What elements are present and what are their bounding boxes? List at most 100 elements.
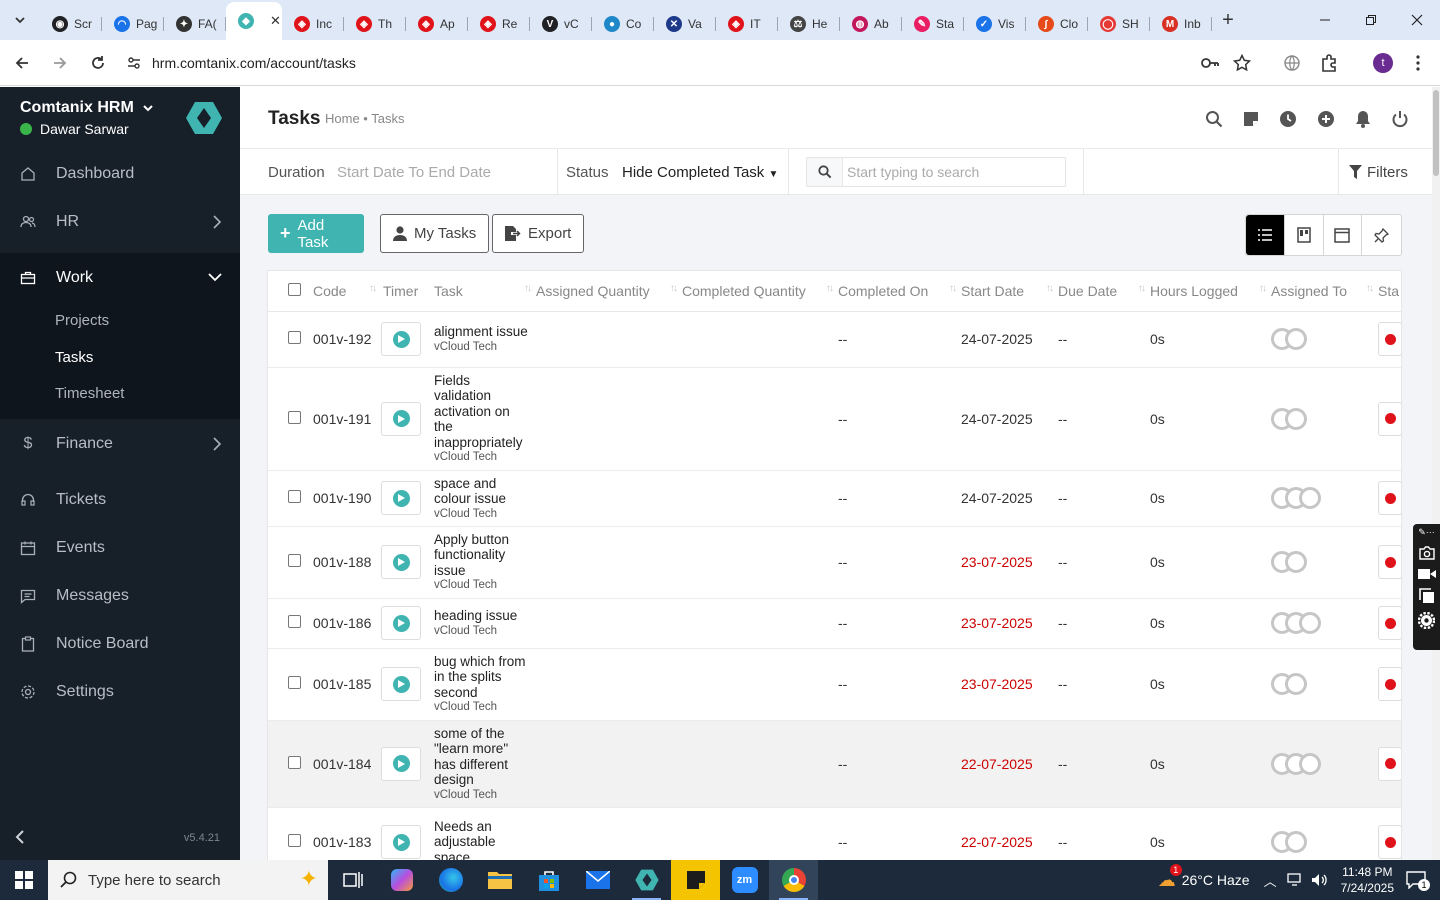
- new-tab-button[interactable]: +: [1212, 4, 1244, 36]
- column-header-start-date[interactable]: Start Date ↑↓: [961, 271, 1058, 312]
- extensions-puzzle-icon[interactable]: [1319, 53, 1339, 73]
- assignee-avatar[interactable]: [1285, 551, 1307, 573]
- settings-gear-icon[interactable]: [1418, 612, 1435, 629]
- task-title-link[interactable]: bug which from in the splits second: [434, 654, 530, 701]
- browser-tab[interactable]: ∫ Clo: [1026, 8, 1088, 40]
- camera-icon[interactable]: [1418, 546, 1435, 560]
- row-checkbox[interactable]: [288, 676, 301, 689]
- start-button[interactable]: [0, 860, 48, 900]
- start-timer-button[interactable]: [381, 322, 421, 356]
- filters-button[interactable]: Filters: [1338, 149, 1432, 195]
- task-project[interactable]: vCloud Tech: [434, 578, 682, 592]
- video-icon[interactable]: [1417, 568, 1436, 580]
- select-all-checkbox[interactable]: [288, 282, 301, 296]
- browser-tab[interactable]: ◍ Ab: [840, 8, 902, 40]
- bell-icon[interactable]: [1353, 109, 1373, 129]
- row-checkbox[interactable]: [288, 834, 301, 847]
- network-icon[interactable]: [1286, 873, 1303, 887]
- column-header-code[interactable]: Code ↑↓: [313, 271, 381, 312]
- status-indicator[interactable]: [1378, 322, 1401, 356]
- browser-tab[interactable]: ◆ ✕: [226, 2, 282, 40]
- breadcrumb[interactable]: Home • Tasks: [325, 111, 404, 126]
- browser-tab[interactable]: ◯ SH: [1088, 8, 1150, 40]
- assignee-avatar[interactable]: [1299, 612, 1321, 634]
- pen-icon[interactable]: ✎···: [1418, 527, 1435, 538]
- back-button[interactable]: [4, 45, 40, 81]
- row-checkbox[interactable]: [288, 410, 301, 424]
- task-code[interactable]: 001v-190: [313, 470, 381, 527]
- pinned-view-button[interactable]: [1362, 215, 1401, 255]
- assignee-avatar[interactable]: [1285, 831, 1307, 853]
- task-title-link[interactable]: space and colour issue: [434, 476, 530, 507]
- sidebar-item-dashboard[interactable]: Dashboard: [0, 150, 240, 198]
- tab-close-icon[interactable]: ✕: [270, 13, 281, 29]
- browser-tab[interactable]: ◉ Scr: [40, 8, 102, 40]
- taskbar-search[interactable]: Type here to search ✦: [48, 860, 328, 900]
- column-header-assigned-to[interactable]: Assigned To ↑↓: [1271, 271, 1378, 312]
- assignee-avatar[interactable]: [1299, 752, 1321, 775]
- task-title-link[interactable]: some of the "learn more" has different d…: [434, 726, 530, 788]
- sidebar-subitem-timesheet[interactable]: Timesheet: [55, 385, 124, 402]
- forward-button[interactable]: [42, 45, 78, 81]
- table-row[interactable]: 001v-183 Needs an adjustable space -- 22-07…: [268, 807, 1401, 860]
- start-timer-button[interactable]: [381, 401, 421, 436]
- task-title-link[interactable]: alignment issue: [434, 324, 530, 340]
- taskbar-app-store[interactable]: [524, 860, 573, 900]
- status-dropdown[interactable]: Hide Completed Task ▼: [622, 164, 778, 181]
- start-timer-button[interactable]: [381, 545, 421, 579]
- taskbar-app-copilot[interactable]: [377, 860, 426, 900]
- assignee-avatar[interactable]: [1285, 407, 1307, 430]
- column-header-completed-quantity[interactable]: Completed Quantity ↑↓: [682, 271, 838, 312]
- kanban-view-button[interactable]: [1285, 215, 1324, 255]
- add-task-button[interactable]: + Add Task: [268, 214, 364, 253]
- address-bar[interactable]: hrm.comtanix.com/account/tasks: [118, 45, 1268, 81]
- task-view-button[interactable]: [328, 860, 377, 900]
- notification-center-button[interactable]: 1: [1406, 871, 1430, 891]
- password-key-icon[interactable]: [1200, 55, 1220, 71]
- sidebar-item-messages[interactable]: Messages: [0, 572, 240, 620]
- browser-tab[interactable]: ✎ Sta: [902, 8, 964, 40]
- row-checkbox[interactable]: [288, 331, 301, 344]
- task-title-link[interactable]: Apply button functionality issue: [434, 532, 530, 579]
- taskbar-app-zoom[interactable]: zm: [720, 860, 769, 900]
- row-checkbox[interactable]: [288, 615, 301, 628]
- table-row[interactable]: 001v-185 bug which from in the splits sec…: [268, 648, 1401, 721]
- task-project[interactable]: vCloud Tech: [434, 450, 682, 464]
- taskbar-app-edge[interactable]: [426, 860, 475, 900]
- tab-search-button[interactable]: [0, 0, 40, 40]
- browser-tab[interactable]: M Inb: [1150, 8, 1212, 40]
- search-icon[interactable]: [1204, 109, 1224, 129]
- browser-tab[interactable]: VvC: [530, 8, 592, 40]
- minimize-button[interactable]: [1302, 0, 1348, 40]
- brand-menu[interactable]: Comtanix HRM: [20, 99, 154, 117]
- taskbar-clock[interactable]: 11:48 PM 7/24/2025: [1341, 864, 1394, 896]
- globe-extension-icon[interactable]: [1283, 54, 1301, 72]
- date-range-picker[interactable]: Start Date To End Date: [337, 164, 491, 181]
- volume-icon[interactable]: [1311, 873, 1329, 887]
- sidebar-item-work[interactable]: Work: [0, 253, 240, 303]
- taskbar-app-chrome[interactable]: [769, 860, 818, 900]
- task-code[interactable]: 001v-191: [313, 367, 381, 471]
- browser-tab[interactable]: ✦ FA(: [164, 8, 226, 40]
- column-header-due-date[interactable]: Due Date ↑↓: [1058, 271, 1150, 312]
- task-project[interactable]: vCloud Tech: [434, 507, 682, 521]
- taskbar-app-sticky-notes[interactable]: [671, 860, 720, 900]
- task-project[interactable]: vCloud Tech: [434, 624, 682, 638]
- browser-tab[interactable]: ◠ Pag: [102, 8, 164, 40]
- sidebar-item-tickets[interactable]: Tickets: [0, 476, 240, 524]
- browser-tab[interactable]: ✕ Va: [654, 8, 716, 40]
- add-circle-icon[interactable]: [1316, 109, 1336, 129]
- assignee-avatar[interactable]: [1285, 328, 1307, 350]
- task-code[interactable]: 001v-188: [313, 526, 381, 599]
- browser-tab[interactable]: ✓ Vis: [964, 8, 1026, 40]
- table-row[interactable]: 001v-192 alignment issue vCloud Tech -- 24-0…: [268, 311, 1401, 368]
- sidebar-item-hr[interactable]: HR: [0, 198, 240, 246]
- task-code[interactable]: 001v-185: [313, 648, 381, 721]
- column-header-completed-on[interactable]: Completed On ↑↓: [838, 271, 961, 312]
- close-window-button[interactable]: [1394, 0, 1440, 40]
- start-timer-button[interactable]: [381, 746, 421, 781]
- column-header-status[interactable]: Sta: [1378, 271, 1401, 312]
- weather-widget[interactable]: ☁ 1 26°C Haze: [1158, 863, 1250, 891]
- status-indicator[interactable]: [1378, 606, 1401, 640]
- row-checkbox[interactable]: [288, 755, 301, 769]
